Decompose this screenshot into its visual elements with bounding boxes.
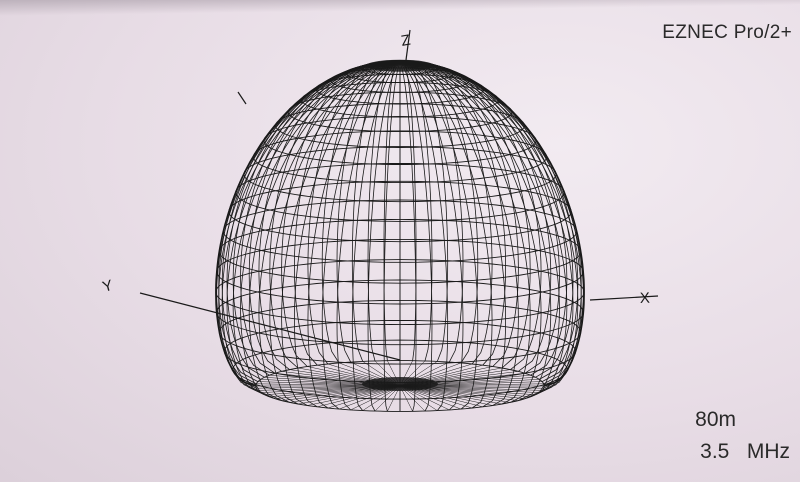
frequency-readout: 3.5 MHz <box>700 440 790 463</box>
y-axis-label: Y <box>101 277 115 296</box>
zenith-dense-cap <box>366 59 434 72</box>
mesh-meridian <box>351 60 399 362</box>
mesh-meridian <box>336 63 399 411</box>
mesh-meridian <box>400 63 417 412</box>
mesh-meridian <box>401 60 449 362</box>
mesh-meridian <box>400 63 433 412</box>
base-dense-center <box>362 377 438 391</box>
program-name-label: EZNEC Pro/2+ <box>662 22 792 43</box>
pattern-mesh <box>215 59 585 412</box>
mesh-meridian <box>367 60 400 362</box>
mesh-meridian <box>400 60 433 362</box>
pattern-window: YXZ EZNEC Pro/2+ 80m 3.5 MHz <box>0 0 800 482</box>
radiation-pattern-plot: YXZ <box>101 29 659 412</box>
mesh-meridian <box>401 63 464 411</box>
axis-tick-mark <box>237 91 247 105</box>
mesh-meridian <box>402 63 507 408</box>
x-axis-label: X <box>640 290 651 307</box>
band-label: 80m <box>695 408 736 431</box>
